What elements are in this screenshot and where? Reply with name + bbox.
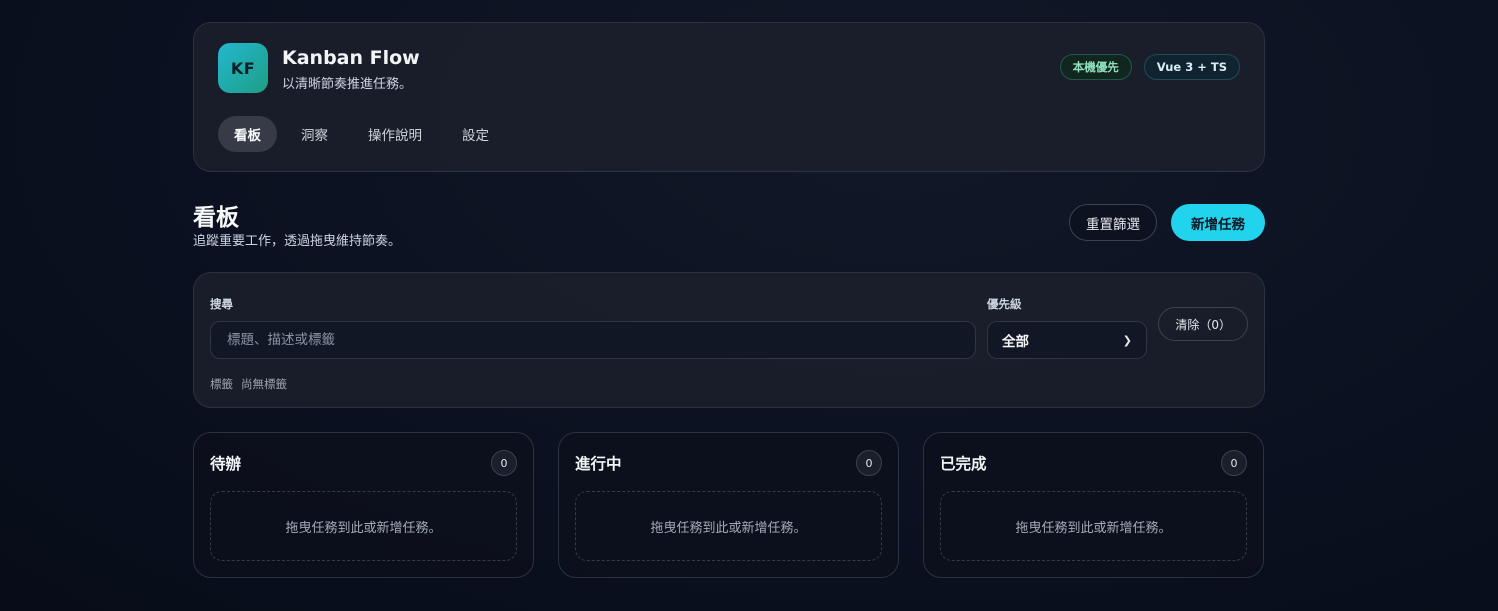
- page-heading: 看板 追蹤重要工作，透過拖曳維持節奏。 重置篩選 新增任務: [193, 172, 1265, 272]
- add-task-button[interactable]: 新增任務: [1171, 204, 1265, 241]
- clear-filters-button[interactable]: 清除（0）: [1158, 307, 1248, 341]
- search-input[interactable]: [210, 321, 976, 359]
- app-logo: KF: [218, 43, 268, 93]
- column-count-badge: 0: [491, 450, 517, 476]
- column-todo: 待辦 0 拖曳任務到此或新增任務。: [193, 432, 534, 578]
- tab-settings[interactable]: 設定: [446, 116, 505, 152]
- search-label: 搜尋: [210, 297, 233, 311]
- kanban-columns: 待辦 0 拖曳任務到此或新增任務。 進行中 0 拖曳任務到此或新增任務。 已完成…: [193, 432, 1265, 578]
- column-count-badge: 0: [856, 450, 882, 476]
- tags-row: 標籤 尚無標籤: [210, 376, 287, 392]
- reset-filters-button[interactable]: 重置篩選: [1069, 204, 1157, 241]
- column-in-progress: 進行中 0 拖曳任務到此或新增任務。: [558, 432, 899, 578]
- chevron-down-icon: ❯: [1122, 333, 1132, 347]
- app-title: Kanban Flow: [282, 47, 420, 69]
- tags-label: 標籤: [210, 377, 233, 391]
- column-dropzone[interactable]: 拖曳任務到此或新增任務。: [575, 491, 882, 561]
- tab-help[interactable]: 操作說明: [352, 116, 438, 152]
- filter-panel: 搜尋 優先級 全部 ❯ 清除（0） 標籤 尚無標籤: [193, 272, 1265, 408]
- tab-board[interactable]: 看板: [218, 116, 277, 152]
- tab-insights[interactable]: 洞察: [285, 116, 344, 152]
- local-first-badge: 本機優先: [1059, 54, 1132, 80]
- page-description: 追蹤重要工作，透過拖曳維持節奏。: [193, 234, 402, 249]
- column-count-badge: 0: [1221, 450, 1247, 476]
- app-subtitle: 以清晰節奏推進任務。: [282, 77, 413, 92]
- column-dropzone[interactable]: 拖曳任務到此或新增任務。: [210, 491, 517, 561]
- app-header: KF Kanban Flow 以清晰節奏推進任務。 本機優先 Vue 3 + T…: [193, 22, 1265, 172]
- column-title: 待辦: [210, 455, 242, 473]
- tags-empty-text: 尚無標籤: [241, 377, 287, 391]
- tech-stack-badge: Vue 3 + TS: [1143, 54, 1240, 80]
- column-title: 進行中: [575, 455, 622, 473]
- priority-select[interactable]: 全部 ❯: [987, 321, 1147, 359]
- priority-label: 優先級: [987, 297, 1022, 311]
- main-nav-tabs: 看板 洞察 操作說明 設定: [218, 116, 505, 152]
- header-badges: 本機優先 Vue 3 + TS: [1059, 54, 1240, 80]
- app-container: KF Kanban Flow 以清晰節奏推進任務。 本機優先 Vue 3 + T…: [193, 22, 1265, 578]
- priority-select-value: 全部: [1002, 334, 1029, 350]
- page-title: 看板: [193, 205, 239, 231]
- column-dropzone[interactable]: 拖曳任務到此或新增任務。: [940, 491, 1247, 561]
- column-title: 已完成: [940, 455, 987, 473]
- column-done: 已完成 0 拖曳任務到此或新增任務。: [923, 432, 1264, 578]
